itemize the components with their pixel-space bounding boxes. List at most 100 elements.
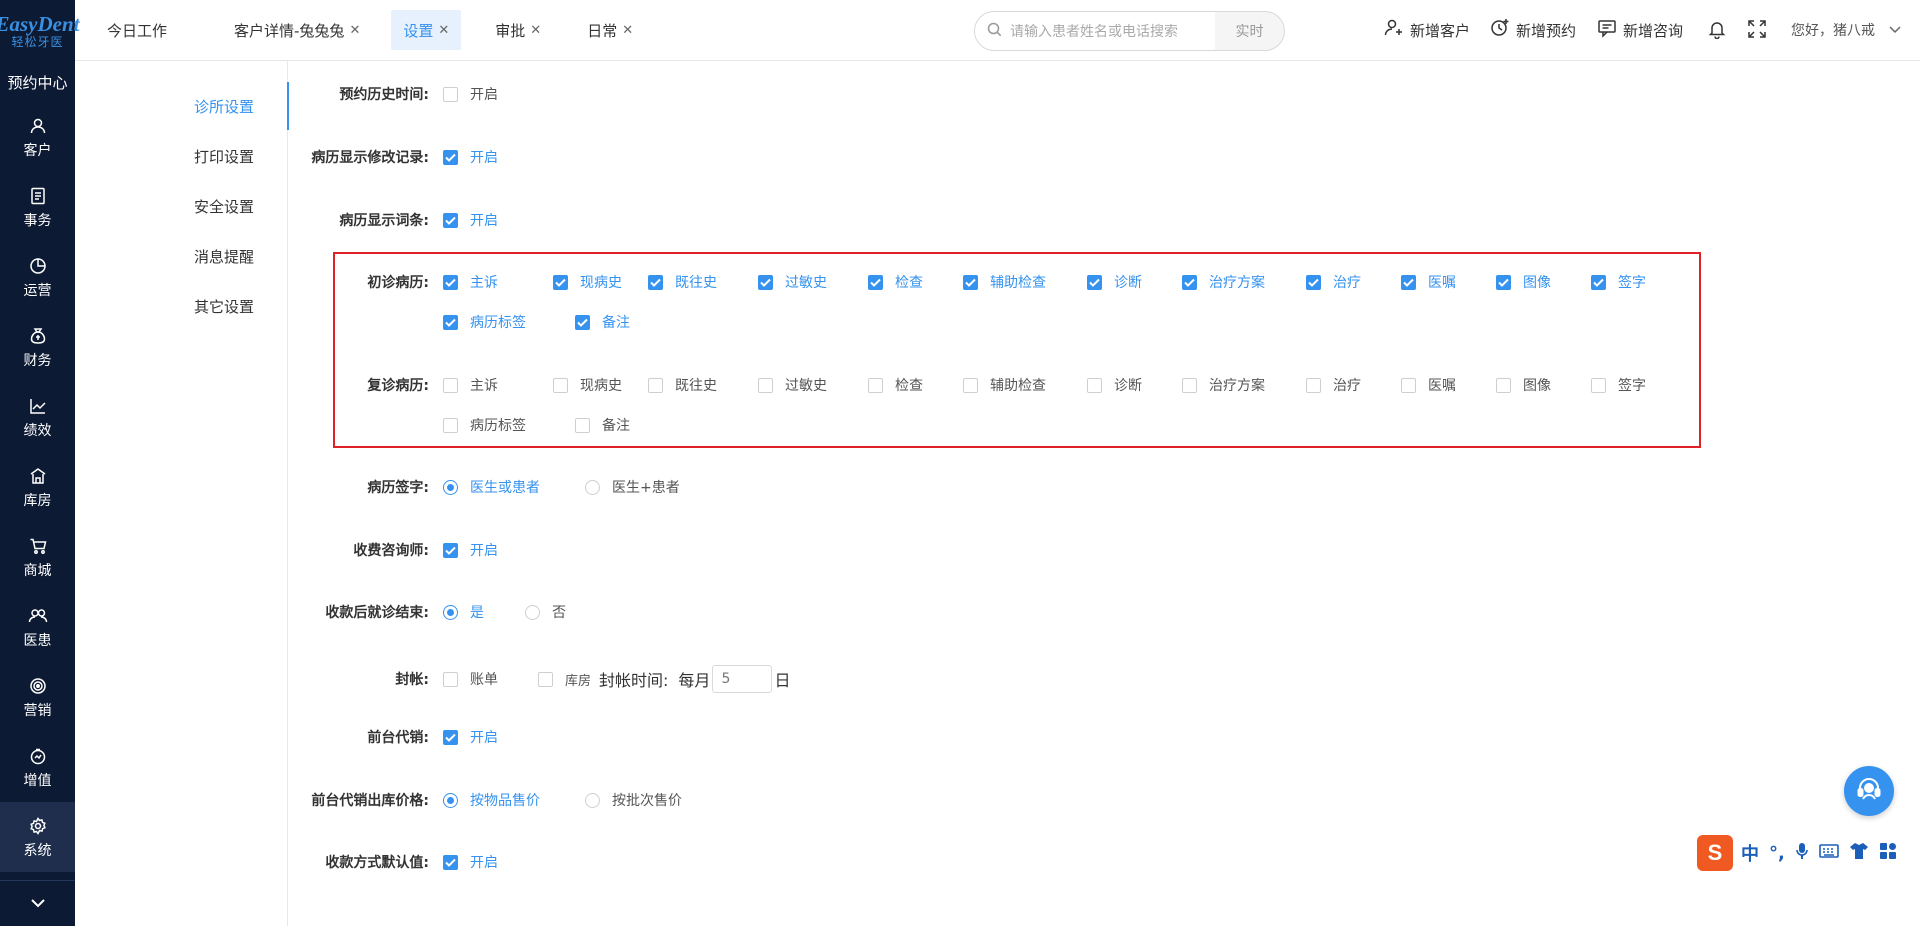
first-visit-checkbox-12[interactable]: 病历标签 <box>443 312 575 332</box>
nav-label: 库房 <box>23 492 52 509</box>
close-day-input[interactable]: 5 <box>712 665 773 693</box>
first-visit-checkbox-6[interactable]: 诊断 <box>1087 272 1182 292</box>
nav-item-warehouse[interactable]: 库房 <box>0 452 75 522</box>
first-visit-checkbox-8[interactable]: 治疗 <box>1306 272 1401 292</box>
end-after-payment-radio-no[interactable]: 否 <box>525 602 566 622</box>
nav-item-finance[interactable]: 财务 <box>0 312 75 382</box>
return-visit-checkbox-11[interactable]: 签字 <box>1591 375 1686 395</box>
shirt-icon[interactable] <box>1849 842 1869 865</box>
sidebar-title[interactable]: 预约中心 <box>0 62 75 102</box>
close-account-warehouse-checkbox[interactable]: 库房 <box>538 670 591 689</box>
tab-settings[interactable]: 设置 ✕ <box>391 10 462 50</box>
growth-icon <box>27 745 49 767</box>
settings-menu-item-message[interactable]: 消息提醒 <box>75 232 288 280</box>
first-visit-checkbox-7[interactable]: 治疗方案 <box>1182 272 1306 292</box>
customer-service-button[interactable] <box>1844 766 1894 816</box>
fee-consultant-checkbox[interactable]: 开启 <box>443 540 498 560</box>
return-visit-checkbox-4[interactable]: 检查 <box>868 375 963 395</box>
first-visit-checkbox-13[interactable]: 备注 <box>575 312 670 332</box>
add-user-icon <box>1384 18 1410 42</box>
ime-toolbar[interactable]: S 中 °, <box>1697 835 1907 871</box>
new-consult-button[interactable]: 新增咨询 <box>1597 18 1683 42</box>
close-icon[interactable]: ✕ <box>349 23 360 38</box>
record-terms-checkbox[interactable]: 开启 <box>443 210 498 230</box>
nav-item-performance[interactable]: 绩效 <box>0 382 75 452</box>
first-visit-checkbox-11[interactable]: 签字 <box>1591 272 1686 292</box>
return-visit-checkbox-3[interactable]: 过敏史 <box>758 375 868 395</box>
first-visit-checkbox-4[interactable]: 检查 <box>868 272 963 292</box>
settings-menu-item-print[interactable]: 打印设置 <box>75 132 288 180</box>
close-icon[interactable]: ✕ <box>530 23 541 38</box>
return-visit-checkbox-12[interactable]: 病历标签 <box>443 415 575 435</box>
return-visit-checkbox-2[interactable]: 既往史 <box>648 375 758 395</box>
return-visit-checkbox-0[interactable]: 主诉 <box>443 375 553 395</box>
ime-lang[interactable]: 中 <box>1741 840 1759 866</box>
user-icon <box>27 115 49 137</box>
setting-record-sign: 病历签字: 医生或患者 医生+患者 <box>288 476 680 498</box>
nav-expand-button[interactable] <box>0 880 75 926</box>
close-account-bill-checkbox[interactable]: 账单 <box>443 669 538 689</box>
first-visit-checkbox-3[interactable]: 过敏史 <box>758 272 868 292</box>
nav-item-value-added[interactable]: 增值 <box>0 732 75 802</box>
record-modification-checkbox[interactable]: 开启 <box>443 147 498 167</box>
return-visit-checkbox-6[interactable]: 诊断 <box>1087 375 1182 395</box>
first-visit-checkbox-0[interactable]: 主诉 <box>443 272 553 292</box>
tab-label: 客户详情-兔兔兔 <box>234 21 345 40</box>
return-visit-checkbox-7[interactable]: 治疗方案 <box>1182 375 1306 395</box>
bell-icon[interactable] <box>1707 19 1733 39</box>
tab-today-work[interactable]: 今日工作 <box>95 10 179 50</box>
payment-default-checkbox[interactable]: 开启 <box>443 852 498 872</box>
setting-payment-default: 收款方式默认值: 开启 <box>288 851 498 873</box>
first-visit-checkbox-1[interactable]: 现病史 <box>553 272 648 292</box>
search-input[interactable]: 请输入患者姓名或电话搜索 <box>974 11 1216 51</box>
setting-label: 收款后就诊结束: <box>325 605 429 621</box>
first-visit-checkbox-5[interactable]: 辅助检查 <box>963 272 1087 292</box>
close-time-label: 封帐时间: <box>599 671 669 690</box>
front-sale-checkbox[interactable]: 开启 <box>443 727 498 747</box>
ime-punct[interactable]: °, <box>1769 843 1785 864</box>
tab-daily[interactable]: 日常 ✕ <box>575 10 645 50</box>
price-radio-item-price[interactable]: 按物品售价 <box>443 790 585 810</box>
settings-menu-item-clinic[interactable]: 诊所设置 <box>75 82 289 130</box>
settings-menu-item-other[interactable]: 其它设置 <box>75 282 288 330</box>
tab-customer-detail[interactable]: 客户详情-兔兔兔 ✕ <box>222 10 372 50</box>
tab-approval[interactable]: 审批 ✕ <box>483 10 553 50</box>
first-visit-checkbox-10[interactable]: 图像 <box>1496 272 1591 292</box>
grid-icon[interactable] <box>1879 842 1897 865</box>
return-visit-checkbox-13[interactable]: 备注 <box>575 415 670 435</box>
close-icon[interactable]: ✕ <box>622 23 633 38</box>
tab-label: 日常 <box>587 21 618 40</box>
price-radio-batch-price[interactable]: 按批次售价 <box>585 790 682 810</box>
message-icon <box>1597 18 1623 42</box>
nav-item-doctor-patient[interactable]: 医患 <box>0 592 75 662</box>
return-visit-checkbox-5[interactable]: 辅助检查 <box>963 375 1087 395</box>
fullscreen-icon[interactable] <box>1747 19 1773 39</box>
nav-item-affairs[interactable]: 事务 <box>0 172 75 242</box>
record-sign-radio-doctor-or-patient[interactable]: 医生或患者 <box>443 477 585 497</box>
user-menu[interactable]: 您好，猪八戒 <box>1791 20 1907 40</box>
mic-icon[interactable] <box>1795 842 1809 865</box>
keyboard-icon[interactable] <box>1819 843 1839 864</box>
nav-item-mall[interactable]: 商城 <box>0 522 75 592</box>
new-customer-button[interactable]: 新增客户 <box>1384 18 1470 42</box>
day-suffix: 日 <box>774 671 791 690</box>
record-sign-radio-doctor-and-patient[interactable]: 医生+患者 <box>585 477 680 497</box>
return-visit-checkbox-8[interactable]: 治疗 <box>1306 375 1401 395</box>
first-visit-checkbox-2[interactable]: 既往史 <box>648 272 758 292</box>
close-icon[interactable]: ✕ <box>438 23 449 38</box>
setting-label: 收款方式默认值: <box>325 855 429 871</box>
nav-item-customer[interactable]: 客户 <box>0 102 75 172</box>
appt-history-checkbox[interactable]: 开启 <box>443 84 498 104</box>
settings-menu-item-security[interactable]: 安全设置 <box>75 182 288 230</box>
return-visit-checkbox-10[interactable]: 图像 <box>1496 375 1591 395</box>
first-visit-checkbox-9[interactable]: 医嘱 <box>1401 272 1496 292</box>
nav-item-system[interactable]: 系统 <box>0 802 75 872</box>
end-after-payment-radio-yes[interactable]: 是 <box>443 602 525 622</box>
return-visit-checkbox-1[interactable]: 现病史 <box>553 375 648 395</box>
realtime-search-button[interactable]: 实时 <box>1215 11 1285 51</box>
nav-item-marketing[interactable]: 营销 <box>0 662 75 732</box>
new-appointment-button[interactable]: 新增预约 <box>1490 18 1576 42</box>
return-visit-checkbox-9[interactable]: 医嘱 <box>1401 375 1496 395</box>
warehouse-icon <box>27 465 49 487</box>
nav-item-operation[interactable]: 运营 <box>0 242 75 312</box>
